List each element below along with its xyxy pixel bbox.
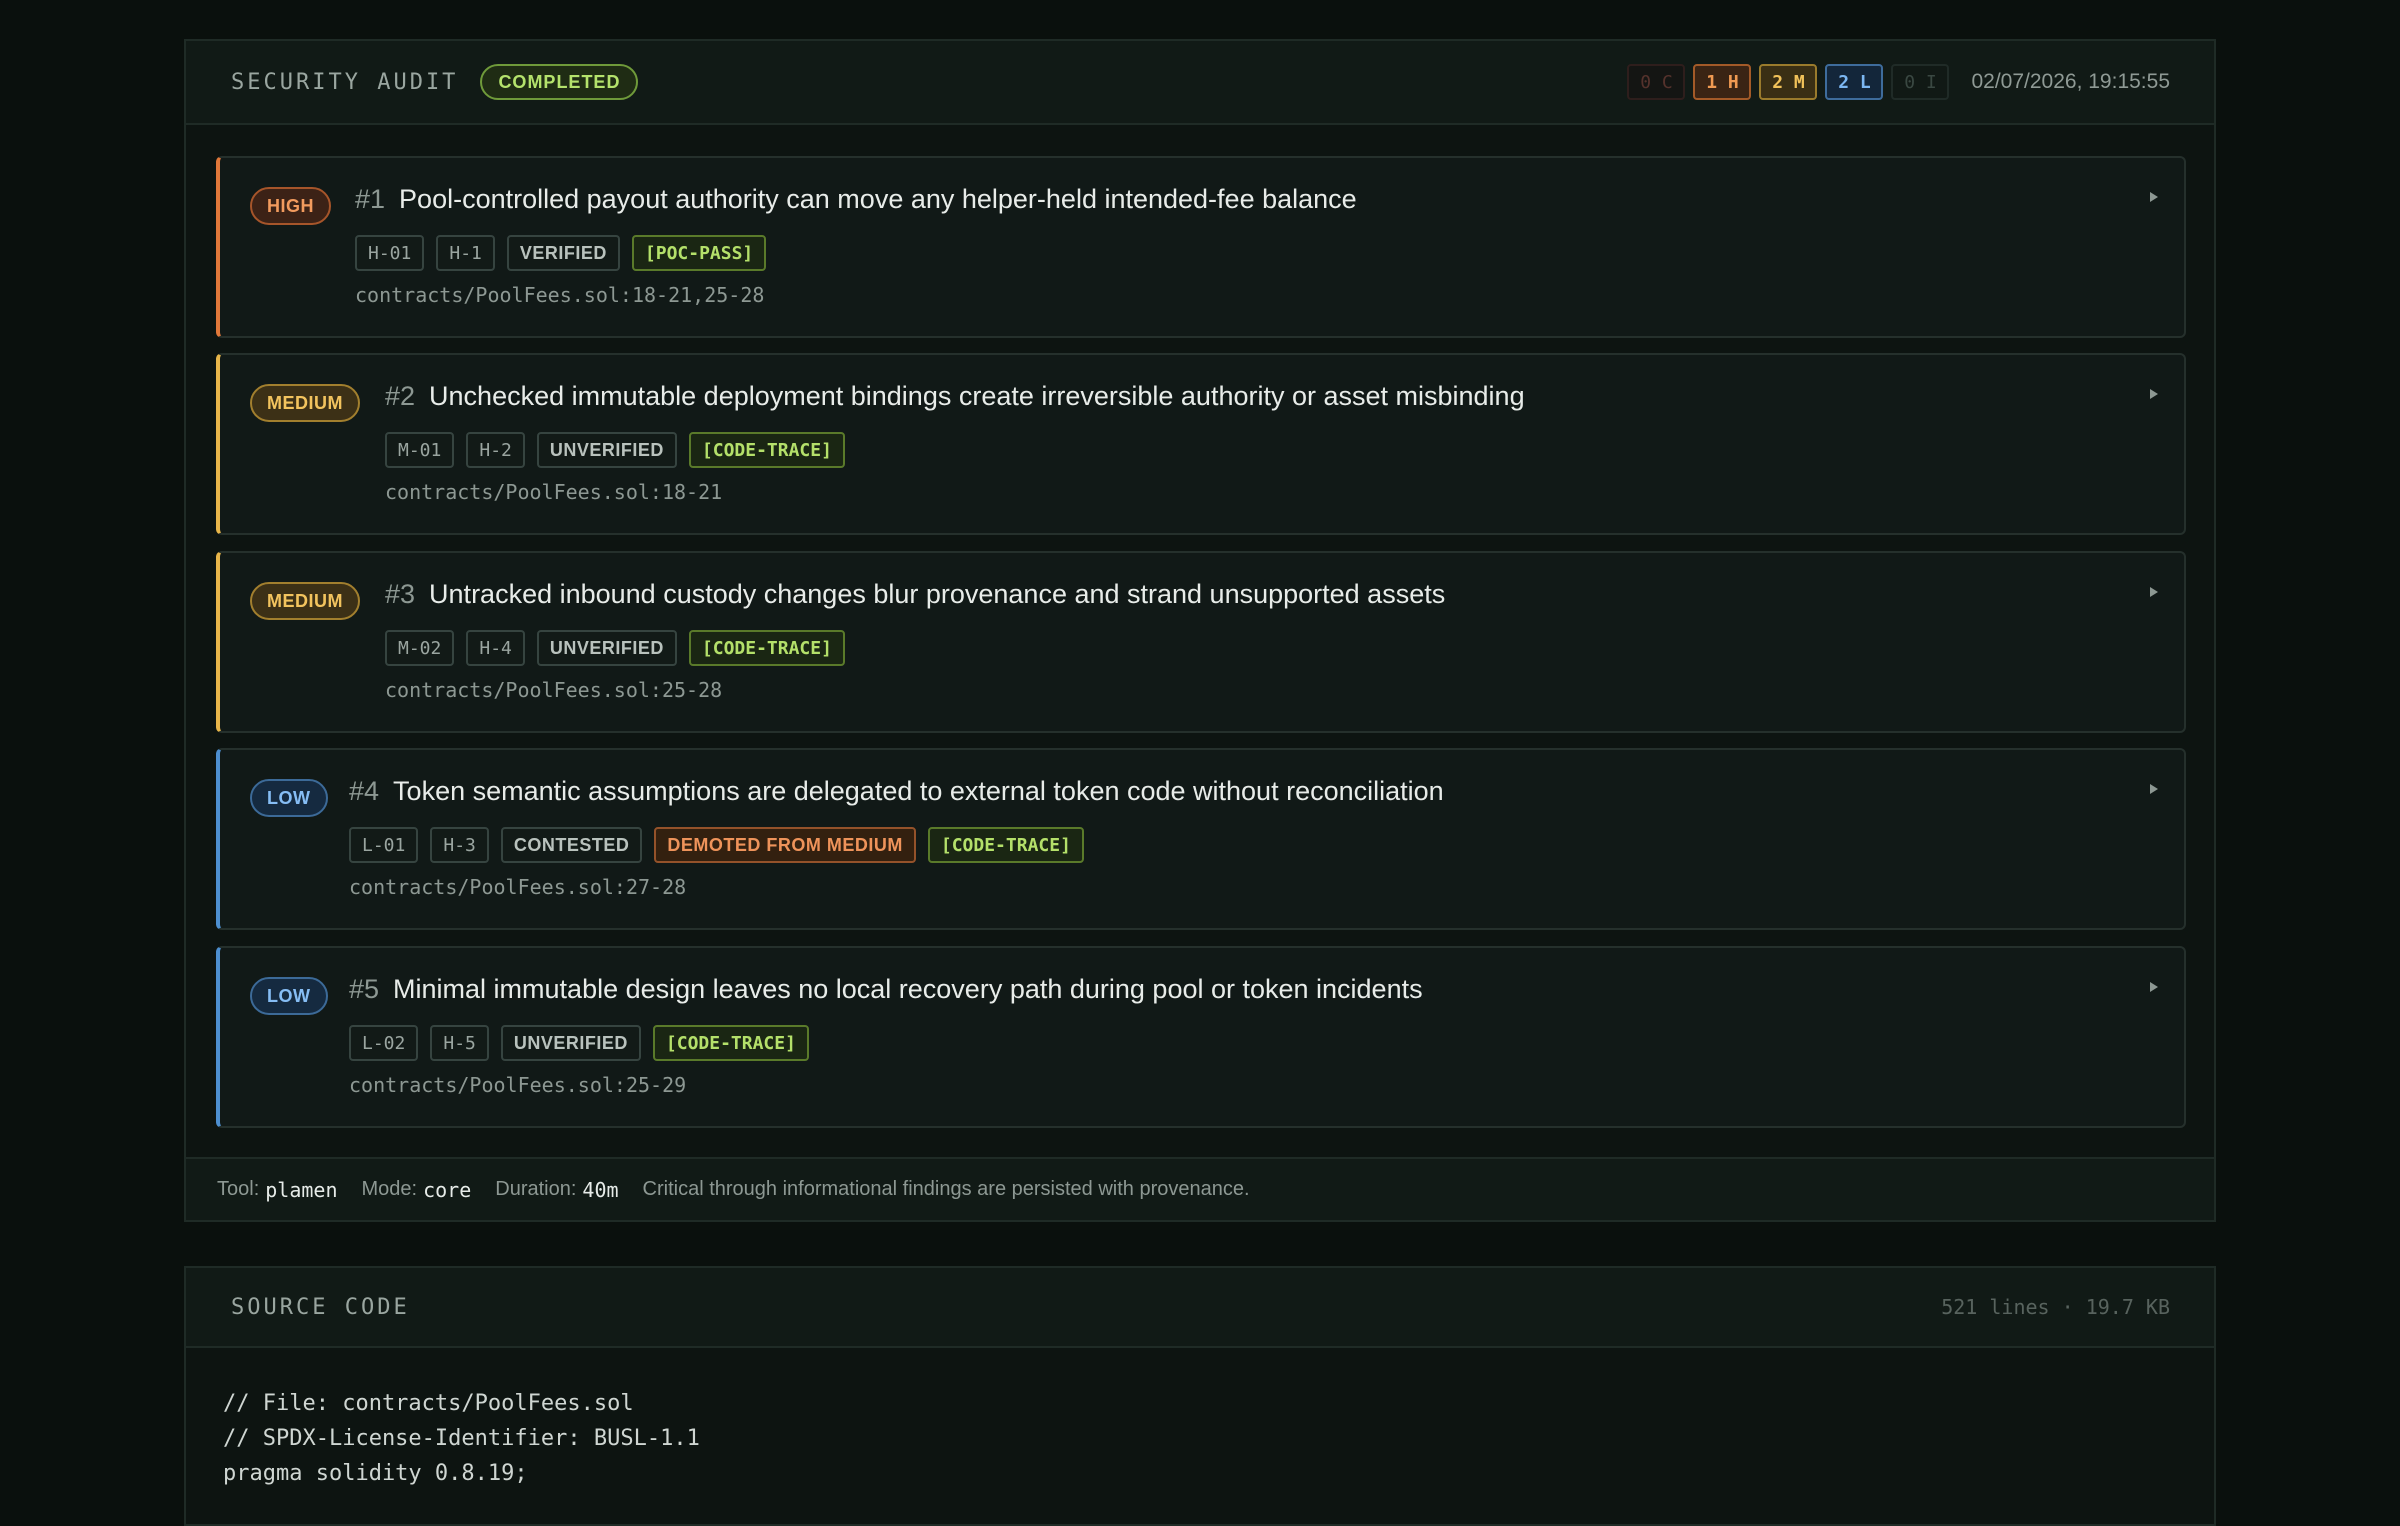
finding-number: #1 bbox=[355, 184, 386, 214]
severity-badge: LOW bbox=[250, 977, 328, 1015]
severity-badge: HIGH bbox=[250, 187, 331, 225]
code-line: // SPDX-License-Identifier: BUSL-1.1 bbox=[223, 1426, 700, 1451]
evidence-tag: [CODE-TRACE] bbox=[927, 827, 1084, 863]
finding-number: #5 bbox=[349, 974, 380, 1004]
finding-tags: M-02 H-4 UNVERIFIED [CODE-TRACE] bbox=[385, 630, 1445, 666]
finding-id-tag: H-01 bbox=[355, 235, 425, 271]
audit-timestamp: 02/07/2026, 19:15:55 bbox=[1971, 70, 2170, 93]
severity-badge: MEDIUM bbox=[250, 384, 360, 422]
finding-title-row: #1 Pool-controlled payout authority can … bbox=[355, 184, 1357, 224]
finding-number: #4 bbox=[349, 776, 380, 806]
audit-title: SECURITY AUDIT bbox=[231, 69, 459, 95]
finding-number: #2 bbox=[385, 381, 416, 411]
audit-footer: Tool: plamen Mode: core Duration: 40m Cr… bbox=[186, 1157, 2214, 1220]
evidence-tag: [CODE-TRACE] bbox=[688, 630, 845, 666]
finding-title: Unchecked immutable deployment bindings … bbox=[429, 381, 1525, 411]
severity-badge: LOW bbox=[250, 779, 328, 817]
source-title: SOURCE CODE bbox=[231, 1294, 410, 1320]
finding-tags: H-01 H-1 VERIFIED [POC-PASS] bbox=[355, 235, 1357, 271]
finding-title: Token semantic assumptions are delegated… bbox=[393, 776, 1444, 806]
finding-title-row: #5 Minimal immutable design leaves no lo… bbox=[349, 974, 1423, 1014]
finding-card[interactable]: LOW #4 Token semantic assumptions are de… bbox=[216, 748, 2186, 930]
finding-location: contracts/PoolFees.sol:18-21,25-28 bbox=[355, 283, 765, 307]
hypothesis-id-tag: H-5 bbox=[430, 1025, 489, 1061]
medium-count-badge[interactable]: 2 M bbox=[1759, 64, 1818, 100]
source-code-block[interactable]: // File: contracts/PoolFees.sol // SPDX-L… bbox=[186, 1348, 2214, 1491]
finding-title: Untracked inbound custody changes blur p… bbox=[429, 579, 1446, 609]
mode-value: core bbox=[423, 1177, 472, 1202]
hypothesis-id-tag: H-4 bbox=[466, 630, 525, 666]
finding-location: contracts/PoolFees.sol:25-29 bbox=[349, 1073, 687, 1097]
severity-badge: MEDIUM bbox=[250, 582, 360, 620]
finding-location: contracts/PoolFees.sol:25-28 bbox=[385, 678, 723, 702]
finding-id-tag: M-01 bbox=[385, 432, 455, 468]
evidence-tag: [CODE-TRACE] bbox=[652, 1025, 809, 1061]
duration-label: Duration: bbox=[495, 1178, 577, 1200]
expand-arrow-icon[interactable] bbox=[2150, 982, 2158, 992]
verification-tag: CONTESTED bbox=[500, 827, 643, 863]
finding-title-row: #4 Token semantic assumptions are delega… bbox=[349, 776, 1444, 816]
finding-tags: L-02 H-5 UNVERIFIED [CODE-TRACE] bbox=[349, 1025, 1423, 1061]
evidence-tag: [CODE-TRACE] bbox=[688, 432, 845, 468]
code-line: // File: contracts/PoolFees.sol bbox=[223, 1391, 634, 1416]
finding-id-tag: L-01 bbox=[349, 827, 419, 863]
informational-count-badge[interactable]: 0 I bbox=[1891, 64, 1950, 100]
code-line: pragma solidity 0.8.19; bbox=[223, 1461, 528, 1486]
expand-arrow-icon[interactable] bbox=[2150, 192, 2158, 202]
finding-body: #4 Token semantic assumptions are delega… bbox=[349, 776, 1444, 899]
finding-title-row: #2 Unchecked immutable deployment bindin… bbox=[385, 381, 1525, 421]
verification-tag: UNVERIFIED bbox=[536, 432, 677, 468]
hypothesis-id-tag: H-1 bbox=[436, 235, 495, 271]
tool-value: plamen bbox=[265, 1177, 338, 1202]
finding-tags: L-01 H-3 CONTESTED DEMOTED FROM MEDIUM [… bbox=[349, 827, 1444, 863]
finding-body: #2 Unchecked immutable deployment bindin… bbox=[385, 381, 1525, 504]
duration-value: 40m bbox=[582, 1177, 619, 1202]
demoted-tag: DEMOTED FROM MEDIUM bbox=[654, 827, 916, 863]
expand-arrow-icon[interactable] bbox=[2150, 389, 2158, 399]
verification-tag: VERIFIED bbox=[506, 235, 620, 271]
source-header: SOURCE CODE 521 lines · 19.7 KB bbox=[186, 1268, 2214, 1348]
verification-tag: UNVERIFIED bbox=[536, 630, 677, 666]
source-code-panel: SOURCE CODE 521 lines · 19.7 KB // File:… bbox=[184, 1266, 2216, 1526]
finding-tags: M-01 H-2 UNVERIFIED [CODE-TRACE] bbox=[385, 432, 1525, 468]
audit-header: SECURITY AUDIT COMPLETED 0 C 1 H 2 M 2 L… bbox=[186, 41, 2214, 125]
critical-count-badge[interactable]: 0 C bbox=[1627, 64, 1686, 100]
status-badge: COMPLETED bbox=[480, 64, 639, 100]
footer-note: Critical through informational findings … bbox=[642, 1178, 1250, 1200]
verification-tag: UNVERIFIED bbox=[500, 1025, 641, 1061]
high-count-badge[interactable]: 1 H bbox=[1693, 64, 1752, 100]
finding-card[interactable]: HIGH #1 Pool-controlled payout authority… bbox=[216, 156, 2186, 338]
finding-body: #5 Minimal immutable design leaves no lo… bbox=[349, 974, 1423, 1097]
evidence-tag: [POC-PASS] bbox=[631, 235, 767, 271]
expand-arrow-icon[interactable] bbox=[2150, 784, 2158, 794]
finding-location: contracts/PoolFees.sol:27-28 bbox=[349, 875, 687, 899]
finding-card[interactable]: MEDIUM #3 Untracked inbound custody chan… bbox=[216, 551, 2186, 733]
finding-title-row: #3 Untracked inbound custody changes blu… bbox=[385, 579, 1445, 619]
finding-location: contracts/PoolFees.sol:18-21 bbox=[385, 480, 723, 504]
finding-number: #3 bbox=[385, 579, 416, 609]
severity-counts: 0 C 1 H 2 M 2 L 0 I 02/07/2026, 19:15:55 bbox=[1627, 64, 2170, 100]
finding-body: #1 Pool-controlled payout authority can … bbox=[355, 184, 1357, 307]
hypothesis-id-tag: H-2 bbox=[466, 432, 525, 468]
finding-card[interactable]: MEDIUM #2 Unchecked immutable deployment… bbox=[216, 353, 2186, 535]
source-meta: 521 lines · 19.7 KB bbox=[1941, 1295, 2170, 1319]
tool-label: Tool: bbox=[217, 1178, 260, 1200]
security-audit-panel: SECURITY AUDIT COMPLETED 0 C 1 H 2 M 2 L… bbox=[184, 39, 2216, 1222]
finding-id-tag: L-02 bbox=[349, 1025, 419, 1061]
finding-id-tag: M-02 bbox=[385, 630, 455, 666]
finding-title: Pool-controlled payout authority can mov… bbox=[399, 184, 1357, 214]
finding-card[interactable]: LOW #5 Minimal immutable design leaves n… bbox=[216, 946, 2186, 1128]
expand-arrow-icon[interactable] bbox=[2150, 587, 2158, 597]
finding-body: #3 Untracked inbound custody changes blu… bbox=[385, 579, 1445, 702]
mode-label: Mode: bbox=[361, 1178, 418, 1200]
low-count-badge[interactable]: 2 L bbox=[1825, 64, 1884, 100]
hypothesis-id-tag: H-3 bbox=[430, 827, 489, 863]
finding-title: Minimal immutable design leaves no local… bbox=[393, 974, 1423, 1004]
